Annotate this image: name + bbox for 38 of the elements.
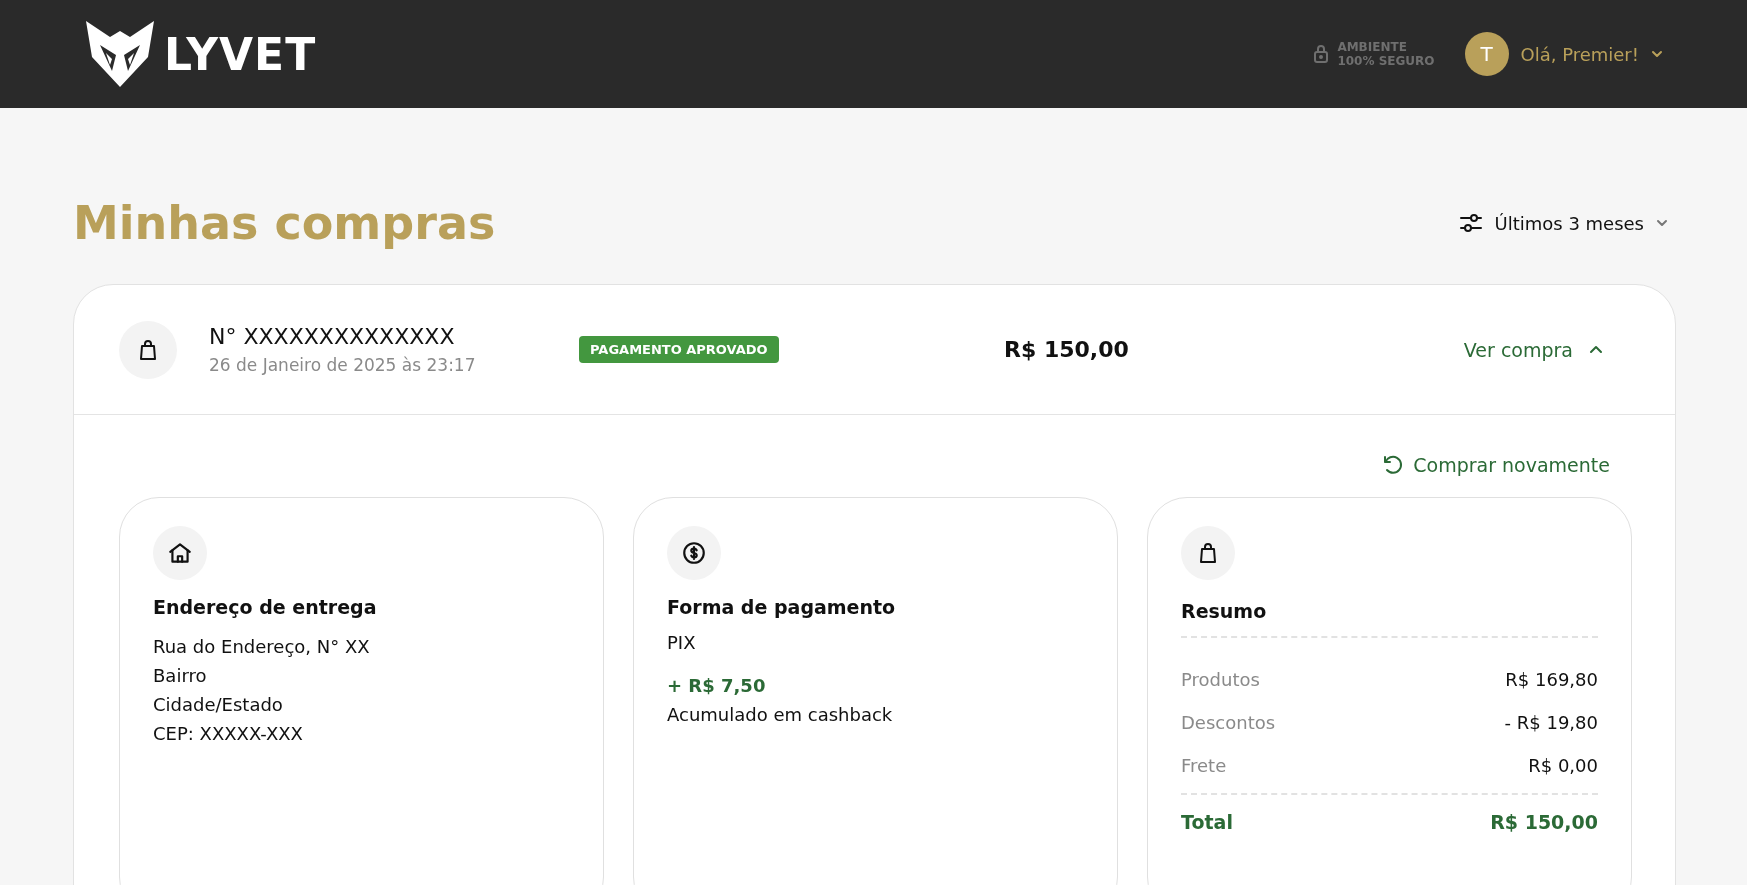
chevron-down-icon	[1656, 219, 1668, 227]
chevron-up-icon	[1589, 345, 1603, 354]
address-line: CEP: XXXXX-XXX	[153, 722, 304, 746]
security-label: AMBIENTE	[1337, 40, 1408, 54]
logo-wordmark: LYVET	[164, 28, 317, 80]
lock-icon	[1313, 44, 1330, 64]
chevron-down-icon	[1651, 50, 1663, 58]
order-date: 26 de Janeiro de 2025 às 23:17	[209, 355, 477, 375]
page-title: Minhas compras	[73, 196, 496, 250]
sliders-icon	[1458, 213, 1483, 233]
address-line: Bairro	[153, 664, 208, 688]
order-total: R$ 150,00	[1004, 337, 1130, 362]
status-badge: PAGAMENTO APROVADO	[579, 336, 779, 363]
summary-value: R$ 169,80	[1505, 669, 1598, 690]
order-number: N° XXXXXXXXXXXXXX	[209, 324, 456, 349]
security-label: 100% SEGURO	[1337, 54, 1435, 68]
user-menu[interactable]: T Olá, Premier!	[1464, 32, 1663, 76]
buy-again-link[interactable]: Comprar novamente	[1381, 453, 1610, 477]
summary-value: - R$ 19,80	[1504, 712, 1598, 733]
view-order-toggle[interactable]: Ver compra	[1463, 338, 1603, 361]
address-line: Cidade/Estado	[153, 693, 284, 717]
card-title: Resumo	[1181, 600, 1598, 638]
summary-label: Frete	[1181, 755, 1227, 776]
summary-label: Descontos	[1181, 712, 1276, 733]
cashback-note: Acumulado em cashback	[667, 704, 894, 725]
summary-label: Produtos	[1181, 669, 1260, 690]
period-filter[interactable]: Últimos 3 meses	[1458, 212, 1668, 234]
summary-value: R$ 0,00	[1528, 755, 1598, 776]
total-value: R$ 150,00	[1490, 811, 1598, 833]
card-title: Forma de pagamento	[667, 596, 897, 618]
total-label: Total	[1181, 811, 1233, 833]
cashback-amount: + R$ 7,50	[667, 675, 767, 696]
card-title: Endereço de entrega	[153, 596, 378, 618]
avatar: T	[1464, 32, 1509, 76]
dollar-coin-icon	[681, 540, 707, 566]
payment-method: PIX	[667, 632, 697, 653]
house-icon	[167, 540, 193, 566]
address-line: Rua do Endereço, N° XX	[153, 635, 371, 659]
